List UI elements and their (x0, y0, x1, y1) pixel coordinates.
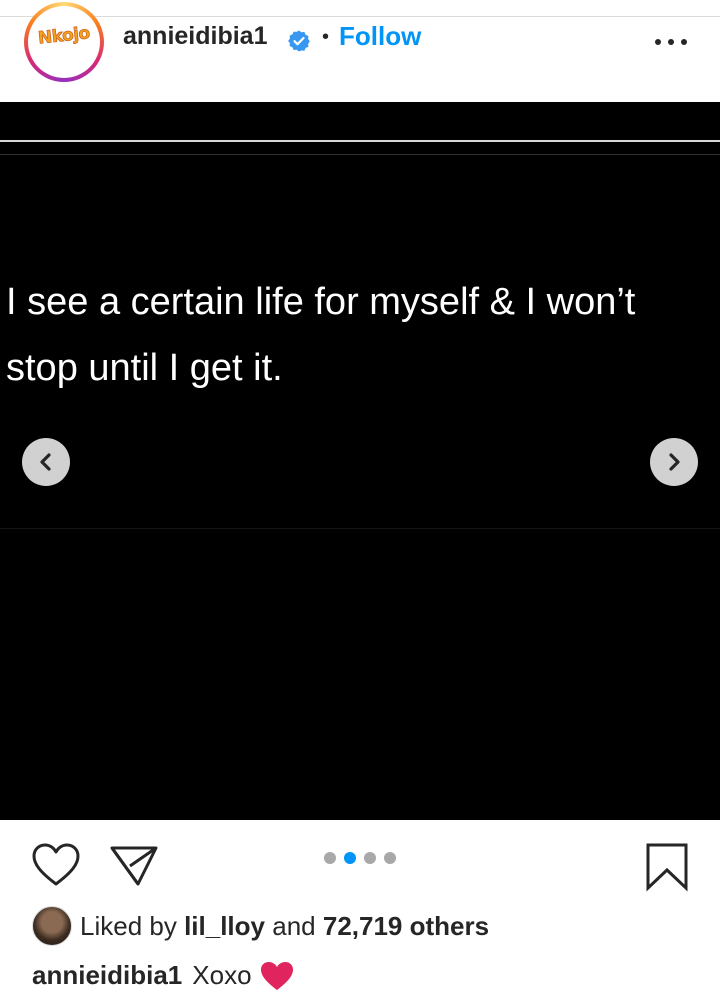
likes-count[interactable]: 72,719 others (323, 911, 489, 941)
verified-badge-icon (288, 30, 310, 52)
heart-icon[interactable] (30, 842, 82, 888)
post-media[interactable]: I see a certain life for myself & I won’… (0, 102, 720, 820)
caption-username[interactable]: annieidibia1 (32, 960, 182, 991)
more-options-icon[interactable] (655, 28, 687, 56)
post-caption: annieidibia1 Xoxo (32, 960, 294, 991)
caption-text: Xoxo (192, 960, 252, 990)
liker-avatar[interactable] (32, 906, 72, 946)
image-rule (0, 528, 720, 529)
likes-text[interactable]: Liked by lil_lloy and 72,719 others (80, 911, 489, 942)
likes-prefix: Liked by (80, 910, 177, 941)
carousel-next-button[interactable] (650, 438, 698, 486)
carousel-dot (324, 852, 336, 864)
bookmark-icon[interactable] (644, 842, 690, 892)
chevron-right-icon (669, 453, 680, 471)
profile-avatar[interactable]: Nkojo (24, 2, 104, 82)
send-icon[interactable] (108, 842, 160, 888)
separator-dot: • (322, 26, 330, 48)
image-rule (0, 154, 720, 155)
post-header: Nkojo annieidibia1 • Follow (0, 0, 720, 102)
chevron-left-icon (40, 453, 51, 471)
quote-line-2: stop until I get it. (6, 347, 283, 389)
liker-username[interactable]: lil_lloy (184, 911, 265, 941)
quote-line-1: I see a certain life for myself & I won’… (6, 281, 636, 323)
carousel-dot (364, 852, 376, 864)
carousel-prev-button[interactable] (22, 438, 70, 486)
avatar-image: Nkojo (28, 6, 100, 78)
avatar-logo: Nkojo (37, 23, 91, 49)
likes-conjunction: and (272, 910, 316, 941)
carousel-dot (384, 852, 396, 864)
quote-text: I see a certain life for myself & I won’… (6, 269, 720, 401)
carousel-dot-active (344, 852, 356, 864)
more-dot (655, 39, 661, 45)
post-username[interactable]: annieidibia1 (123, 22, 267, 51)
more-dot (668, 39, 674, 45)
image-rule (0, 140, 720, 142)
carousel-indicator (324, 852, 396, 864)
action-bar (0, 820, 720, 900)
likes-row: Liked by lil_lloy and 72,719 others (32, 905, 489, 947)
more-dot (681, 39, 687, 45)
follow-button[interactable]: Follow (339, 21, 421, 52)
red-heart-icon (260, 961, 293, 990)
